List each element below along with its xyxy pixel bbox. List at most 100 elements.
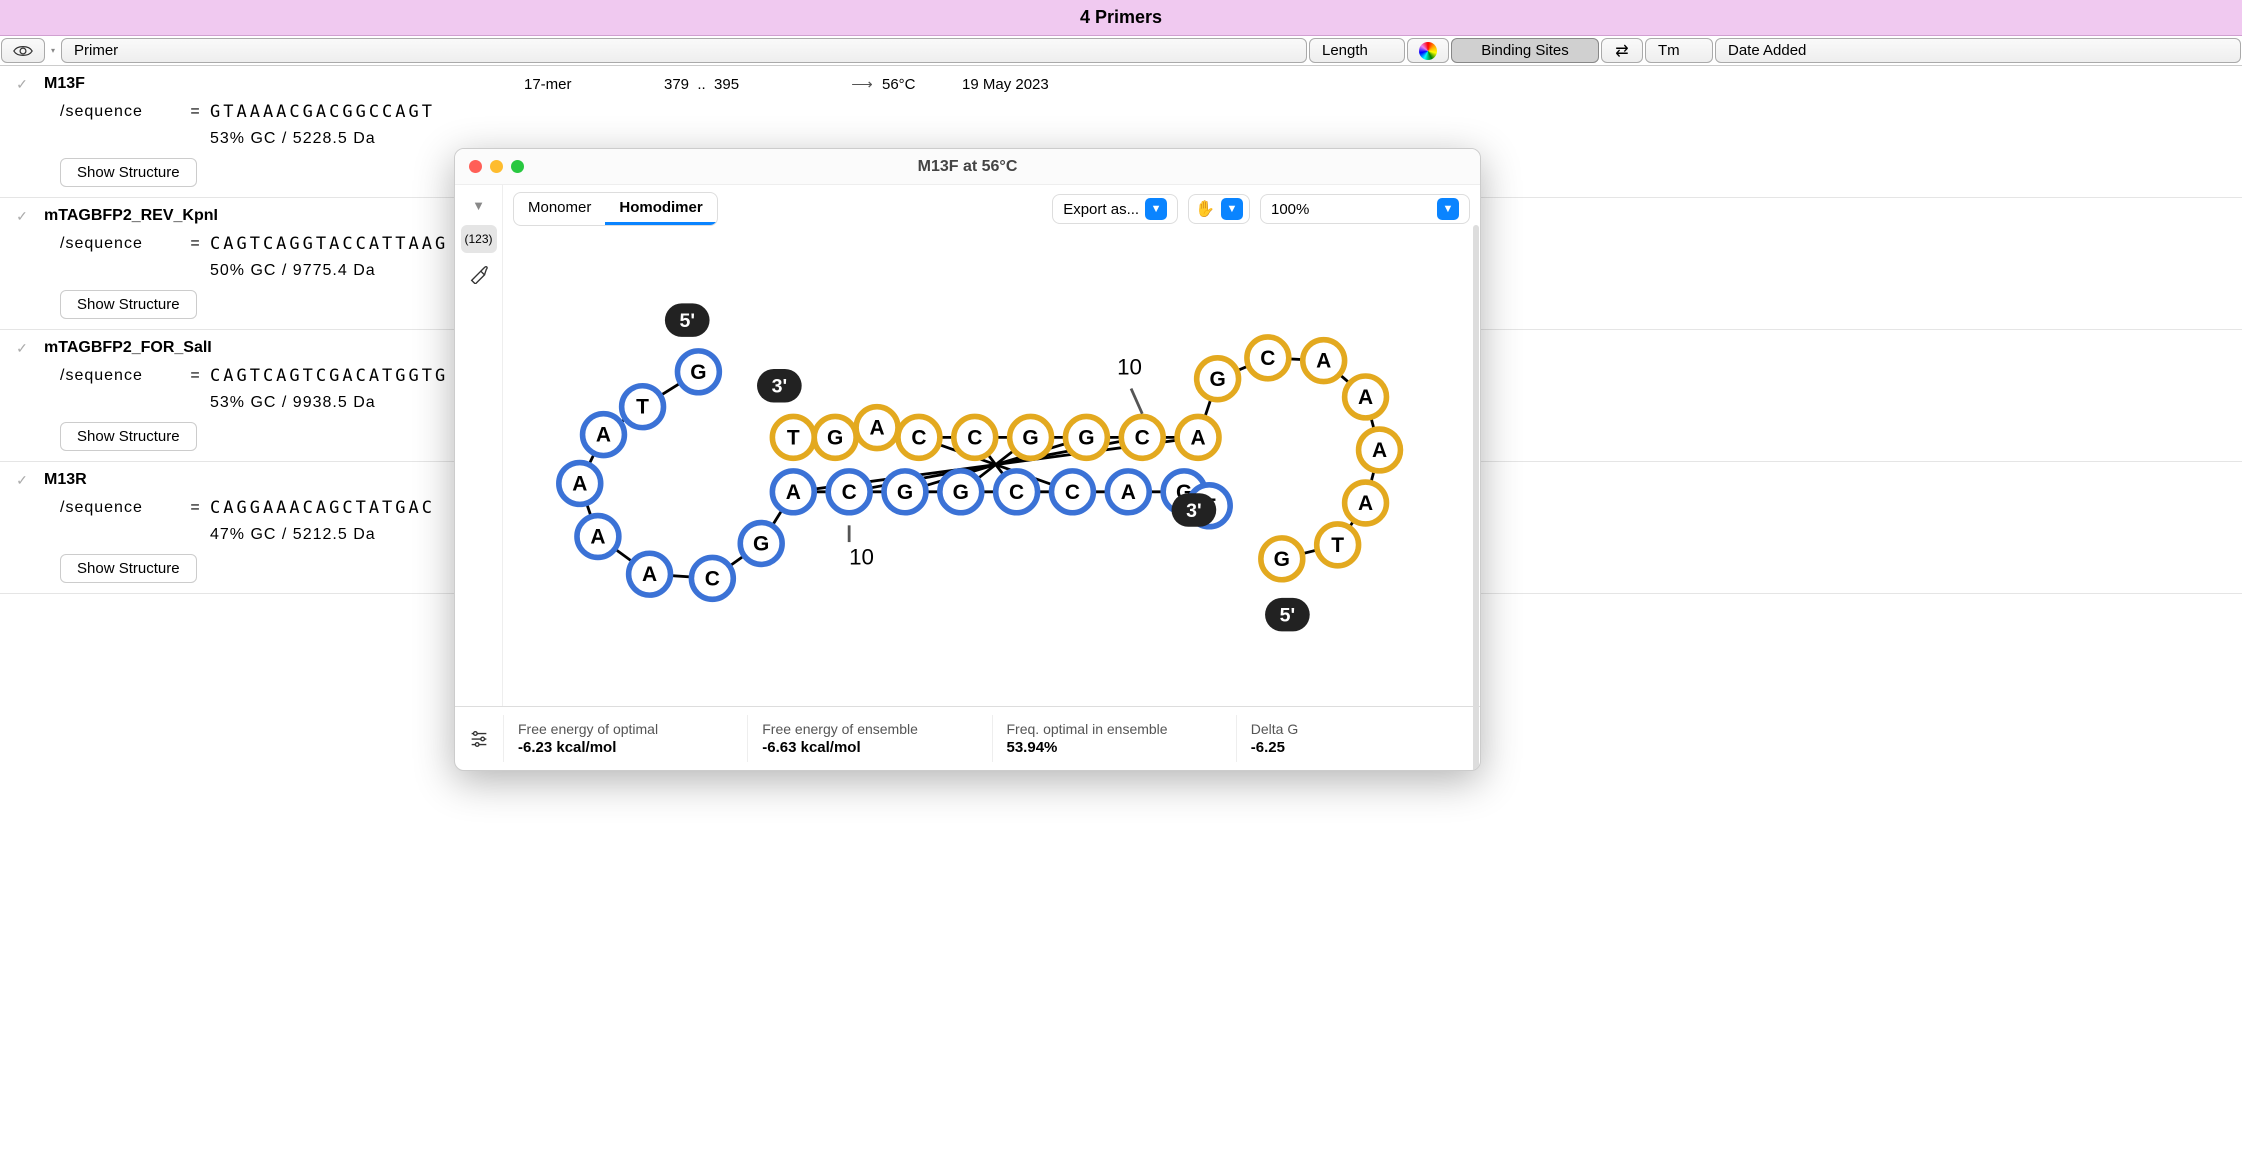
column-headers: ▾ Primer Length Binding Sites ⇄ Tm Date … xyxy=(0,36,2242,66)
svg-text:T: T xyxy=(636,396,649,419)
header-date[interactable]: Date Added xyxy=(1715,38,2241,63)
svg-text:A: A xyxy=(1121,481,1136,504)
pan-tool[interactable]: ✋ ▼ xyxy=(1188,194,1250,224)
sequence-label: /sequence xyxy=(60,103,180,121)
direction-icon: ⟶ xyxy=(842,75,882,93)
export-label: Export as... xyxy=(1063,201,1139,218)
chevron-down-icon: ▼ xyxy=(1437,198,1459,220)
svg-text:G: G xyxy=(827,426,843,449)
left-sidebar: ▼ (123) xyxy=(455,185,503,706)
title-text: 4 Primers xyxy=(1080,7,1162,28)
svg-text:A: A xyxy=(572,472,587,495)
footer-value: -6.63 kcal/mol xyxy=(762,739,977,756)
svg-text:C: C xyxy=(1009,481,1024,504)
tab-group: Monomer Homodimer xyxy=(513,192,718,226)
window-footer: Free energy of optimal-6.23 kcal/molFree… xyxy=(455,706,1480,770)
sequence-value: GTAAAACGACGGCCAGT xyxy=(210,102,435,122)
svg-text:A: A xyxy=(596,424,611,447)
svg-text:10: 10 xyxy=(1117,355,1142,380)
header-color[interactable] xyxy=(1407,38,1449,63)
visibility-dropdown[interactable]: ▾ xyxy=(46,36,60,65)
svg-text:G: G xyxy=(690,361,706,384)
svg-text:A: A xyxy=(786,481,801,504)
main-area: Monomer Homodimer Export as... ▼ ✋ ▼ 100… xyxy=(503,185,1480,706)
svg-text:A: A xyxy=(1358,386,1373,409)
settings-button[interactable] xyxy=(455,728,503,750)
svg-text:A: A xyxy=(1372,439,1387,462)
svg-text:A: A xyxy=(590,525,605,548)
svg-text:10: 10 xyxy=(849,544,874,569)
show-structure-button[interactable]: Show Structure xyxy=(60,290,197,319)
show-structure-button[interactable]: Show Structure xyxy=(60,554,197,583)
sequence-label: /sequence xyxy=(60,367,180,385)
primer-name: M13R xyxy=(44,471,524,489)
footer-label: Delta G xyxy=(1251,721,1466,737)
svg-text:A: A xyxy=(1191,426,1206,449)
sequence-label: /sequence xyxy=(60,499,180,517)
svg-text:G: G xyxy=(953,481,969,504)
svg-text:G: G xyxy=(1078,426,1094,449)
visibility-header[interactable] xyxy=(1,38,45,63)
header-direction[interactable]: ⇄ xyxy=(1601,38,1643,63)
header-tm[interactable]: Tm xyxy=(1645,38,1713,63)
equals: = xyxy=(180,103,210,121)
svg-text:A: A xyxy=(1316,350,1331,373)
equals: = xyxy=(180,499,210,517)
sidebar-style[interactable] xyxy=(461,259,497,287)
tab-monomer[interactable]: Monomer xyxy=(514,193,605,225)
export-dropdown[interactable]: Export as... ▼ xyxy=(1052,194,1178,224)
title-bar: 4 Primers xyxy=(0,0,2242,36)
sequence-value: CAGTCAGGTACCATTAAG xyxy=(210,234,448,254)
svg-text:A: A xyxy=(869,417,884,440)
zoom-value: 100% xyxy=(1271,201,1431,218)
structure-window: M13F at 56°C ▼ (123) Monomer Homodimer E… xyxy=(454,148,1481,771)
checkbox[interactable]: ✓ xyxy=(0,208,44,225)
footer-cell: Delta G -6.25 xyxy=(1236,715,1480,762)
sidebar-collapse[interactable]: ▼ xyxy=(461,191,497,219)
window-title: M13F at 56°C xyxy=(455,158,1480,176)
header-primer[interactable]: Primer xyxy=(61,38,1307,63)
chevron-down-icon: ▼ xyxy=(1145,198,1167,220)
checkbox[interactable]: ✓ xyxy=(0,76,44,93)
primer-name: M13F xyxy=(44,75,524,93)
sequence-value: CAGGAAACAGCTATGAC xyxy=(210,498,435,518)
show-structure-button[interactable]: Show Structure xyxy=(60,158,197,187)
chevron-down-icon: ▼ xyxy=(1221,198,1243,220)
tm-value: 56°C xyxy=(882,76,962,93)
sequence-value: CAGTCAGTCGACATGGTG xyxy=(210,366,448,386)
tab-homodimer[interactable]: Homodimer xyxy=(605,193,716,225)
footer-label: Free energy of optimal xyxy=(518,721,733,737)
svg-text:C: C xyxy=(1135,426,1150,449)
svg-text:5': 5' xyxy=(1280,605,1296,627)
structure-canvas[interactable]: GTAAAACGACGGCCAGTTGACCGGCAGCAAAATG5'3'3'… xyxy=(503,233,1480,706)
svg-text:G: G xyxy=(753,532,769,555)
svg-text:C: C xyxy=(967,426,982,449)
svg-text:C: C xyxy=(1065,481,1080,504)
svg-text:G: G xyxy=(1274,548,1290,571)
checkbox[interactable]: ✓ xyxy=(0,340,44,357)
footer-value: 53.94% xyxy=(1007,739,1222,756)
svg-text:C: C xyxy=(1260,347,1275,370)
binding-value: 379 .. 395 xyxy=(664,76,842,93)
svg-text:T: T xyxy=(787,426,800,449)
svg-text:T: T xyxy=(1331,534,1344,557)
svg-text:G: G xyxy=(1209,368,1225,391)
footer-label: Freq. optimal in ensemble xyxy=(1007,721,1222,737)
sidebar-numbering[interactable]: (123) xyxy=(461,225,497,253)
scrollbar[interactable] xyxy=(1473,225,1479,771)
header-binding-sites[interactable]: Binding Sites xyxy=(1451,38,1599,63)
checkbox[interactable]: ✓ xyxy=(0,472,44,489)
svg-text:C: C xyxy=(705,567,720,590)
hand-icon: ✋ xyxy=(1195,199,1215,219)
footer-value: -6.23 kcal/mol xyxy=(518,739,733,756)
header-length[interactable]: Length xyxy=(1309,38,1405,63)
date-value: 19 May 2023 xyxy=(962,76,1049,93)
svg-text:3': 3' xyxy=(1186,500,1202,522)
zoom-dropdown[interactable]: 100% ▼ xyxy=(1260,194,1470,224)
show-structure-button[interactable]: Show Structure xyxy=(60,422,197,451)
primer-name: mTAGBFP2_FOR_SalI xyxy=(44,339,524,357)
footer-value: -6.25 xyxy=(1251,739,1466,756)
svg-text:C: C xyxy=(842,481,857,504)
svg-text:C: C xyxy=(911,426,926,449)
window-titlebar[interactable]: M13F at 56°C xyxy=(455,149,1480,185)
